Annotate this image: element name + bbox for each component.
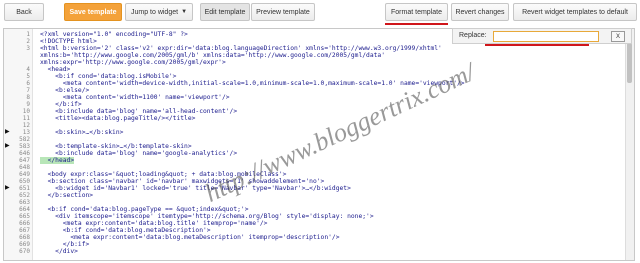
code-line[interactable]: </b:if> xyxy=(40,101,82,108)
line-number: 9 xyxy=(26,101,30,108)
jump-to-widget-button[interactable]: Jump to widget ▼ xyxy=(125,3,193,21)
line-number: 667 xyxy=(19,227,30,234)
code-line[interactable]: <b:include data='blog' name='google-anal… xyxy=(40,150,237,157)
code-line[interactable]: <b:template-skin>…</b:template-skin> xyxy=(40,143,192,150)
revert-widget-templates-button[interactable]: Revert widget templates to default xyxy=(513,3,637,21)
code-line[interactable]: <b:if cond='data:blog.isMobile'> xyxy=(40,73,176,80)
code-line[interactable]: <b:include data='blog' name='all-head-co… xyxy=(40,108,237,115)
replace-panel: Replace: X xyxy=(452,28,632,44)
line-number: 8 xyxy=(26,94,30,101)
code-line[interactable]: <b:else/> xyxy=(40,87,89,94)
line-number: 648 xyxy=(19,164,30,171)
line-number: 5 xyxy=(26,73,30,80)
line-number: 646 xyxy=(19,150,30,157)
close-replace-button[interactable]: X xyxy=(611,31,625,42)
code-line[interactable]: </div> xyxy=(40,248,78,255)
jump-to-widget-label: Jump to widget xyxy=(130,8,179,16)
replace-label: Replace: xyxy=(459,32,487,39)
line-number: 582 xyxy=(19,136,30,143)
line-number: 4 xyxy=(26,66,30,73)
code-line[interactable]: <b:if cond='data:blog.metaDescription'> xyxy=(40,227,211,234)
scrollbar-thumb[interactable] xyxy=(627,43,632,83)
format-template-button[interactable]: Format template xyxy=(385,3,448,21)
line-number: 3 xyxy=(26,45,30,52)
line-number: 652 xyxy=(19,192,30,199)
line-number: 7 xyxy=(26,87,30,94)
line-number: 2 xyxy=(26,38,30,45)
line-number: 6 xyxy=(26,80,30,87)
line-number: 650 xyxy=(19,178,30,185)
code-line[interactable]: </b:section> xyxy=(40,192,94,199)
line-number: 11 xyxy=(22,115,30,122)
code-line[interactable]: xmlns:b='http://www.google.com/2005/gml/… xyxy=(40,52,385,59)
line-number: 665 xyxy=(19,213,30,220)
code-line[interactable]: </head> xyxy=(40,157,75,164)
code-line[interactable]: <b:skin>…</b:skin> xyxy=(40,129,123,136)
code-line[interactable]: <html b:version='2' class='v2' expr:dir=… xyxy=(40,45,442,52)
code-line[interactable]: <meta content='width=device-width,initia… xyxy=(40,80,465,87)
line-number: 668 xyxy=(19,234,30,241)
editor-toolbar: Back Save template Jump to widget ▼ Edit… xyxy=(0,0,640,26)
line-number: 10 xyxy=(22,108,30,115)
code-line[interactable]: <meta expr:content='data:blog.metaDescri… xyxy=(40,234,339,241)
line-number: 647 xyxy=(19,157,30,164)
code-line[interactable]: <div itemscope='itemscope' itemtype='htt… xyxy=(40,213,373,220)
code-line[interactable]: <title><data:blog.pageTitle/></title> xyxy=(40,115,195,122)
line-number: 669 xyxy=(19,241,30,248)
line-number: 666 xyxy=(19,220,30,227)
code-line[interactable]: xmlns:expr='http://www.google.com/2005/g… xyxy=(40,59,226,66)
code-line[interactable]: <head> xyxy=(40,66,71,73)
preview-template-button[interactable]: Preview template xyxy=(251,3,315,21)
line-number: 670 xyxy=(19,248,30,255)
revert-changes-button[interactable]: Revert changes xyxy=(451,3,509,21)
code-line[interactable]: <!DOCTYPE html> xyxy=(40,38,97,45)
line-number: 12 xyxy=(22,122,30,129)
fold-arrow-icon[interactable]: ▶ xyxy=(5,129,10,136)
code-line[interactable]: <?xml version="1.0" encoding="UTF-8" ?> xyxy=(40,31,188,38)
fold-arrow-icon[interactable]: ▶ xyxy=(5,185,10,192)
code-line[interactable]: <b:if cond='data:blog.pageType == &quot;… xyxy=(40,206,249,213)
annotation-underline xyxy=(385,23,448,25)
vertical-scrollbar[interactable] xyxy=(625,29,634,260)
line-number: 649 xyxy=(19,171,30,178)
fold-arrow-icon[interactable]: ▶ xyxy=(5,143,10,150)
edit-template-button[interactable]: Edit template xyxy=(200,3,250,21)
code-line[interactable]: <meta expr:content='data:blog.title' ite… xyxy=(40,220,268,227)
chevron-down-icon: ▼ xyxy=(181,9,188,15)
code-line[interactable]: </b:if> xyxy=(40,241,90,248)
code-line[interactable]: <b:section class='navbar' id='navbar' ma… xyxy=(40,178,325,185)
back-button[interactable]: Back xyxy=(4,3,44,21)
save-template-button[interactable]: Save template xyxy=(64,3,122,21)
code-line[interactable]: <meta content='width=1100' name='viewpor… xyxy=(40,94,230,101)
line-number: 664 xyxy=(19,206,30,213)
line-number: 1 xyxy=(26,31,30,38)
line-number: 663 xyxy=(19,199,30,206)
line-gutter: 1 2 3 4 5 6 7 8 9 10 11 12 13 ▶ 582 583 ▶ 646 647 648 649 650… xyxy=(4,29,33,260)
